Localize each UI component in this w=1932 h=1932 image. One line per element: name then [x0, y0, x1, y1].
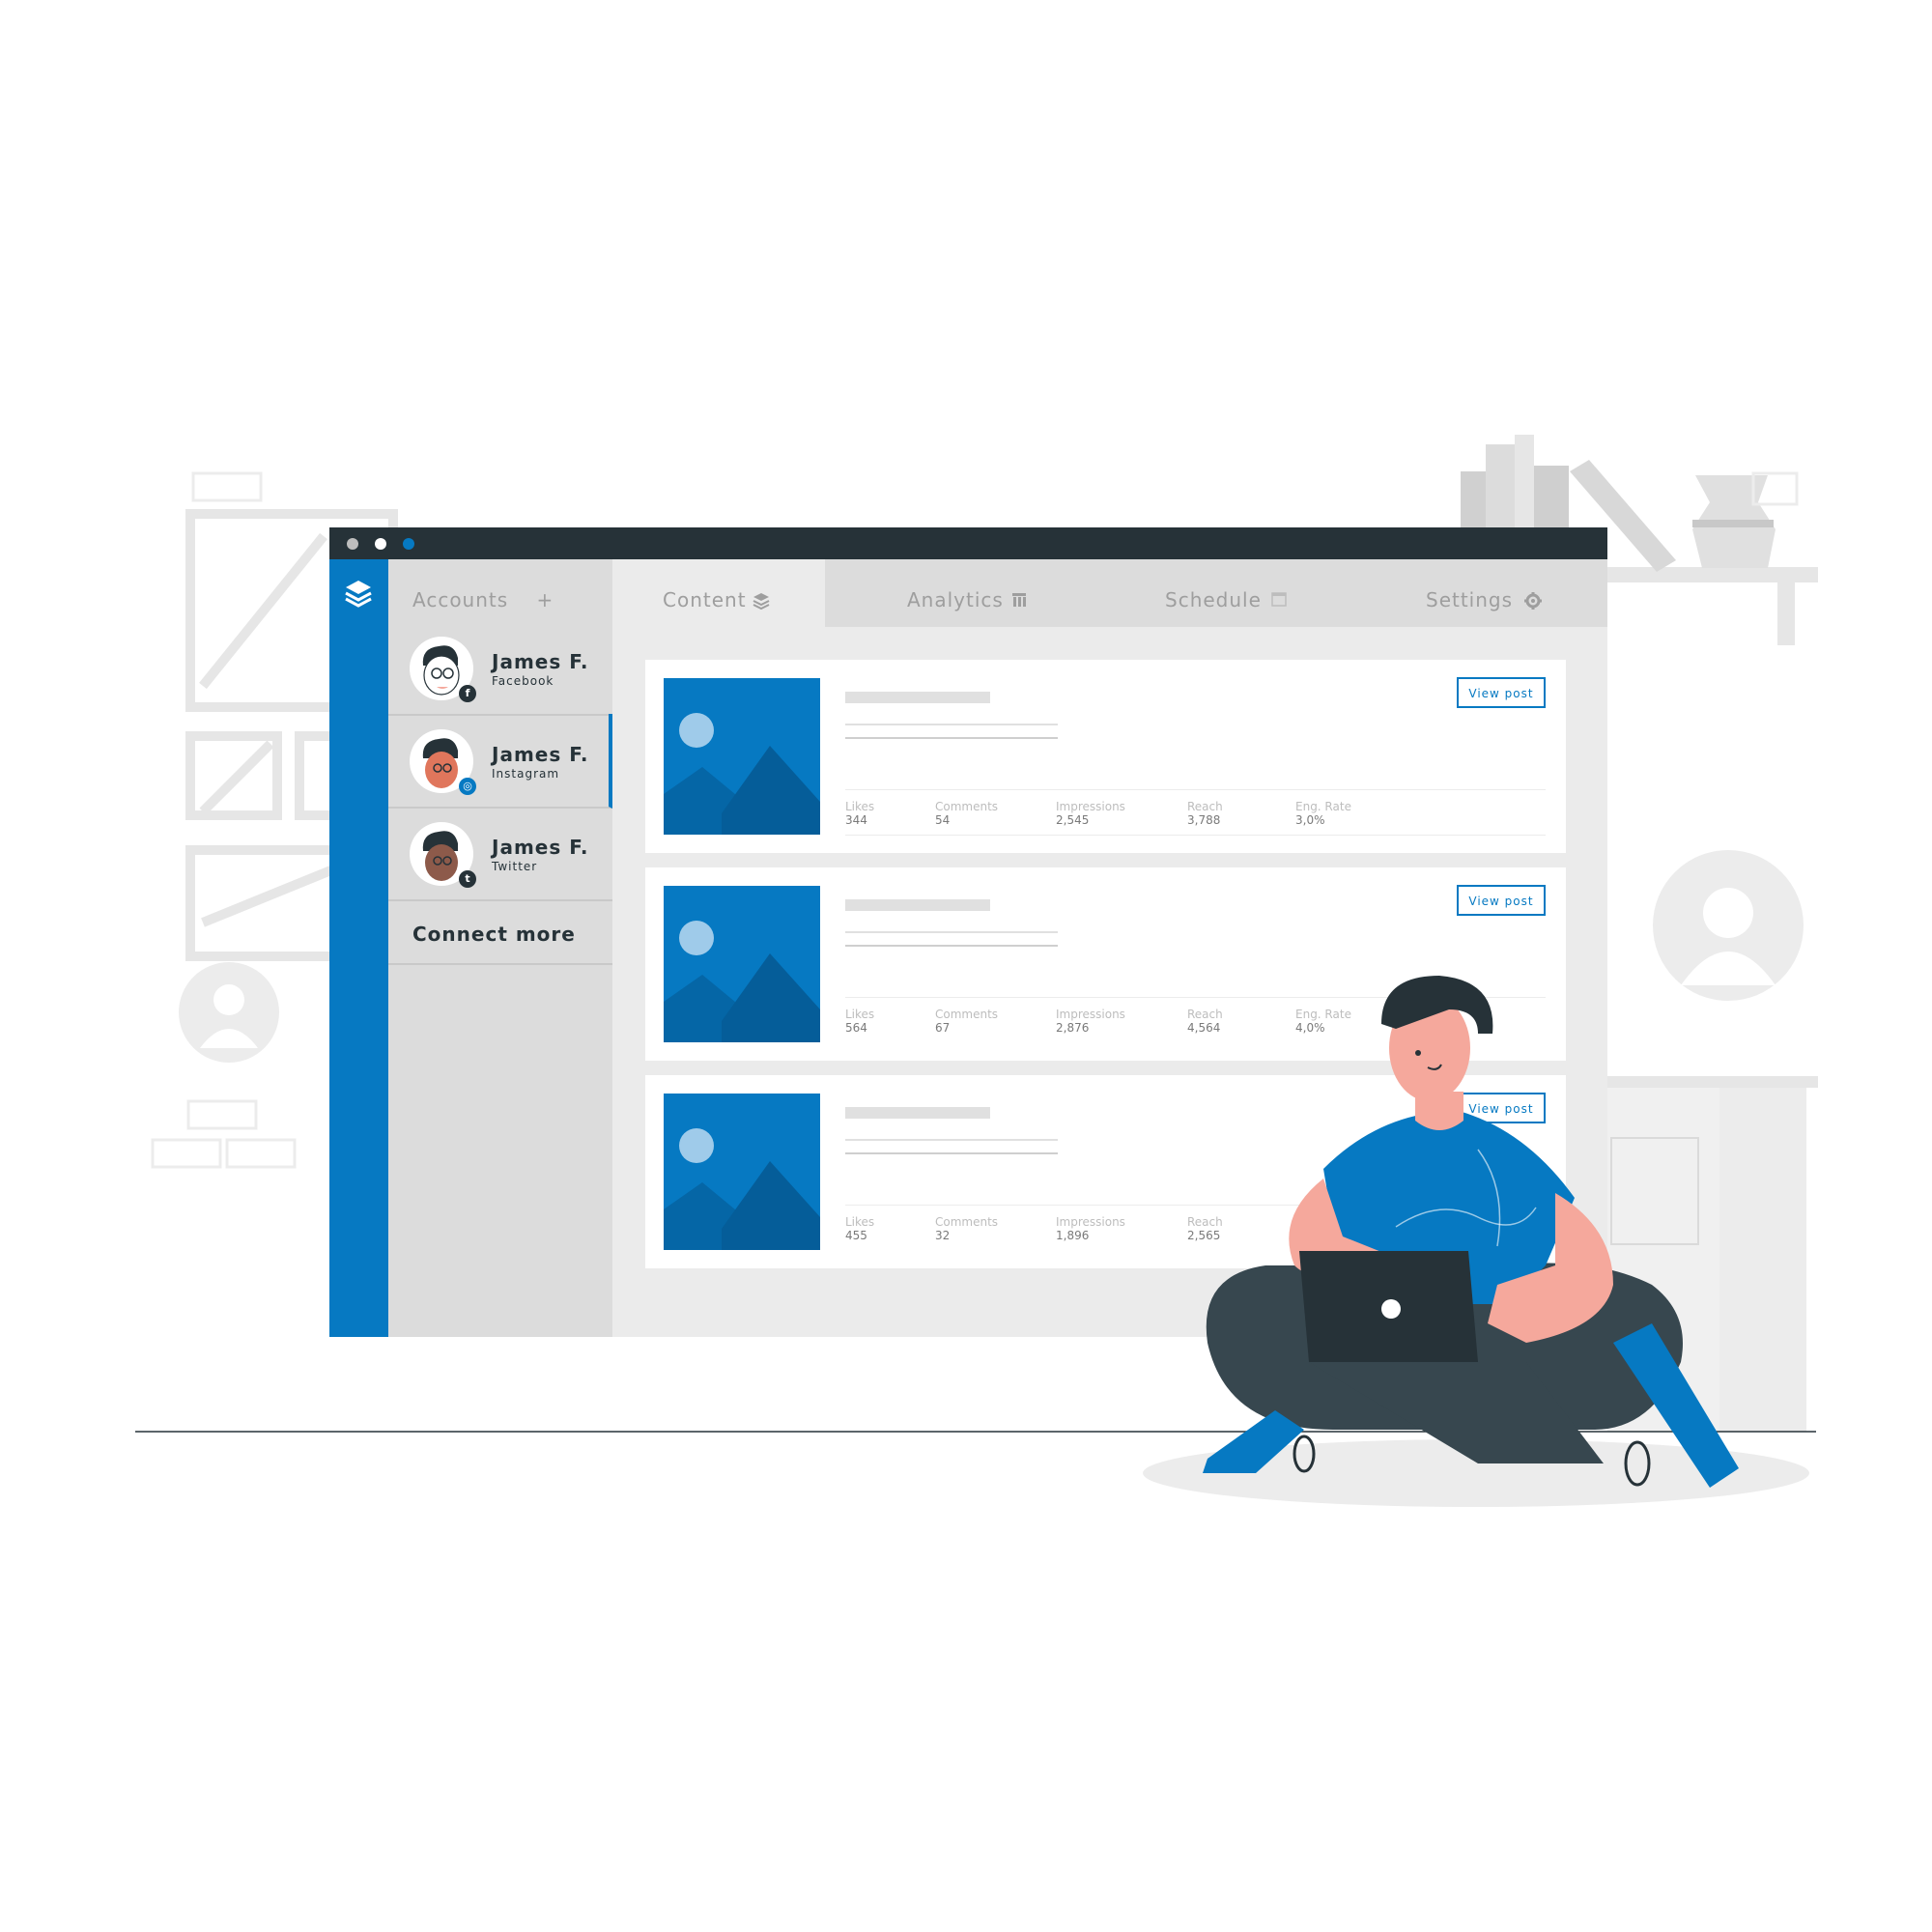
- stat-likes: Likes 455: [845, 1215, 875, 1242]
- stat-likes: Likes 344: [845, 800, 875, 827]
- account-item-instagram[interactable]: ◎ James F. Instagram: [388, 714, 612, 809]
- layers-logo-icon[interactable]: [344, 579, 373, 610]
- text-placeholder: [845, 737, 1058, 739]
- tab-analytics-label: Analytics: [907, 588, 1004, 611]
- tab-content-label: Content: [663, 588, 747, 611]
- add-account-button[interactable]: +: [537, 588, 554, 611]
- stat-eng-rate: Eng. Rate 3,0%: [1295, 800, 1351, 827]
- stat-comments: Comments 32: [935, 1215, 999, 1242]
- stat-comments: Comments 67: [935, 1008, 999, 1035]
- stat-likes: Likes 564: [845, 1008, 875, 1035]
- post-title-placeholder: [845, 899, 990, 911]
- account-name: James F.: [492, 650, 589, 673]
- calendar-icon: [1271, 592, 1287, 607]
- stat-reach: Reach 3,788: [1187, 800, 1223, 827]
- stat-impressions: Impressions 1,896: [1056, 1215, 1125, 1242]
- gear-icon: [1524, 592, 1542, 610]
- view-post-button[interactable]: View post: [1457, 677, 1546, 708]
- post-thumbnail: [664, 678, 820, 835]
- title-bar: [329, 527, 1607, 559]
- stat-impressions: Impressions 2,545: [1056, 800, 1125, 827]
- post-title-placeholder: [845, 692, 990, 703]
- text-placeholder: [845, 931, 1058, 933]
- layers-icon: [753, 593, 770, 610]
- accounts-panel: Accounts + f James F. Facebook ◎ James F…: [388, 559, 612, 1337]
- account-network: Twitter: [492, 860, 538, 873]
- text-placeholder: [845, 724, 1058, 725]
- window-dot-1[interactable]: [347, 538, 358, 550]
- account-item-facebook[interactable]: f James F. Facebook: [388, 621, 612, 716]
- text-placeholder: [845, 1139, 1058, 1141]
- accounts-header: Accounts +: [412, 588, 554, 611]
- post-card: View post Likes 344 Comments 54 Impression…: [645, 660, 1566, 853]
- text-placeholder: [845, 1152, 1058, 1154]
- connect-more-link[interactable]: Connect more: [412, 923, 576, 946]
- stat-impressions: Impressions 2,876: [1056, 1008, 1125, 1035]
- account-name: James F.: [492, 743, 589, 766]
- accounts-title: Accounts: [412, 588, 509, 611]
- tab-schedule-label: Schedule: [1165, 588, 1262, 611]
- divider: [845, 789, 1546, 790]
- person-illustration: [1188, 976, 1787, 1517]
- post-thumbnail: [664, 886, 820, 1042]
- bar-chart-icon: [1012, 593, 1026, 607]
- account-network: Facebook: [492, 674, 554, 688]
- tab-schedule[interactable]: Schedule: [1165, 559, 1320, 627]
- facebook-icon: f: [459, 685, 476, 702]
- divider: [845, 835, 1546, 836]
- divider: [388, 963, 612, 965]
- left-sidebar: [329, 559, 388, 1337]
- window-dot-3[interactable]: [403, 538, 414, 550]
- twitter-icon: t: [459, 870, 476, 888]
- tab-analytics[interactable]: Analytics: [907, 559, 1062, 627]
- account-item-twitter[interactable]: t James F. Twitter: [388, 807, 612, 901]
- text-placeholder: [845, 945, 1058, 947]
- post-thumbnail: [664, 1094, 820, 1250]
- post-title-placeholder: [845, 1107, 990, 1119]
- window-dot-2[interactable]: [375, 538, 386, 550]
- tab-content[interactable]: Content: [612, 559, 825, 627]
- tab-settings[interactable]: Settings: [1426, 559, 1580, 627]
- account-name: James F.: [492, 836, 589, 859]
- tabs-bar: Content Analytics Schedule Settings: [612, 559, 1607, 627]
- view-post-button[interactable]: View post: [1457, 885, 1546, 916]
- instagram-icon: ◎: [459, 778, 476, 795]
- stat-comments: Comments 54: [935, 800, 999, 827]
- account-network: Instagram: [492, 767, 560, 781]
- tab-settings-label: Settings: [1426, 588, 1514, 611]
